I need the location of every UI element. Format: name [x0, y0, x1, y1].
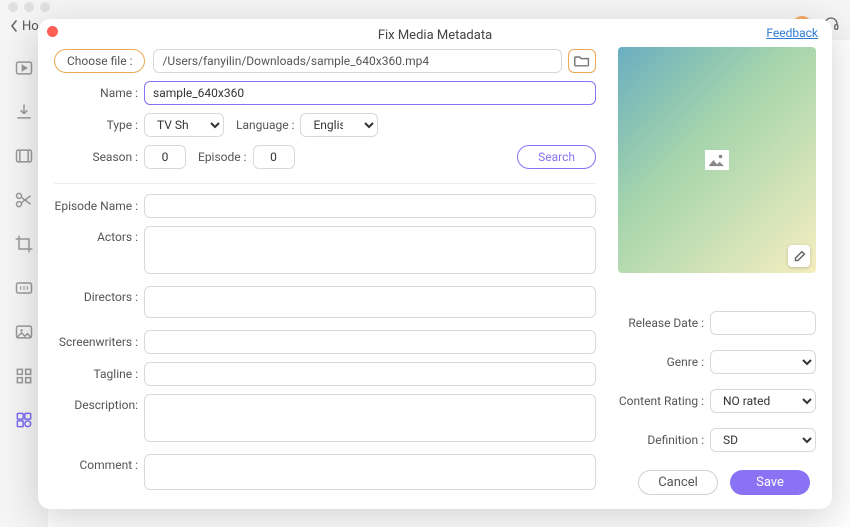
description-input[interactable] — [144, 394, 596, 442]
directors-label: Directors : — [54, 286, 138, 304]
rail-download-icon[interactable] — [14, 102, 34, 122]
season-label: Season : — [54, 150, 138, 164]
traffic-dot — [40, 2, 50, 12]
choose-file-button[interactable]: Choose file : — [54, 49, 145, 73]
rail-media-icon[interactable] — [14, 58, 34, 78]
traffic-dot — [8, 2, 18, 12]
release-date-input[interactable] — [710, 311, 816, 335]
screenwriters-label: Screenwriters : — [54, 335, 138, 349]
metadata-modal: Fix Media Metadata Feedback Choose file … — [38, 19, 832, 509]
language-select[interactable]: English — [300, 113, 378, 137]
directors-input[interactable] — [144, 286, 596, 318]
file-path-input[interactable] — [153, 49, 562, 73]
thumbnail-preview — [618, 47, 816, 273]
description-label: Description: — [54, 394, 138, 412]
image-placeholder-icon — [705, 150, 729, 170]
rail-grid-icon[interactable] — [14, 366, 34, 386]
type-select[interactable]: TV Shows — [144, 113, 224, 137]
actors-input[interactable] — [144, 226, 596, 274]
edit-thumbnail-button[interactable] — [788, 245, 810, 267]
rail-cut-icon[interactable] — [14, 190, 34, 210]
feedback-link[interactable]: Feedback — [766, 26, 818, 40]
episode-input[interactable] — [253, 145, 295, 169]
genre-label: Genre : — [618, 355, 704, 369]
screenwriters-input[interactable] — [144, 330, 596, 354]
rail-image-icon[interactable] — [14, 322, 34, 342]
back-label: Ho — [22, 19, 39, 34]
browse-folder-button[interactable] — [568, 49, 596, 73]
rail-film-icon[interactable] — [14, 146, 34, 166]
save-button[interactable]: Save — [730, 470, 810, 495]
name-label: Name : — [54, 86, 138, 100]
modal-title: Fix Media Metadata — [378, 28, 492, 43]
episode-name-label: Episode Name : — [54, 199, 138, 213]
content-rating-label: Content Rating : — [618, 394, 704, 408]
search-button[interactable]: Search — [517, 145, 596, 169]
actors-label: Actors : — [54, 226, 138, 244]
chevron-left-icon — [10, 20, 18, 32]
language-label: Language : — [236, 118, 294, 132]
close-button[interactable] — [47, 26, 58, 37]
content-rating-select[interactable]: NO rated — [710, 389, 816, 413]
tagline-label: Tagline : — [54, 367, 138, 381]
release-date-label: Release Date : — [618, 316, 704, 330]
genre-select[interactable] — [710, 350, 816, 374]
episode-name-input[interactable] — [144, 194, 596, 218]
name-input[interactable] — [144, 81, 596, 105]
definition-select[interactable]: SD — [710, 428, 816, 452]
back-button[interactable]: Ho — [10, 19, 39, 34]
rail-apps-icon[interactable] — [14, 410, 34, 430]
window-traffic-lights — [0, 0, 850, 14]
rail-crop-icon[interactable] — [14, 234, 34, 254]
cancel-button[interactable]: Cancel — [638, 470, 718, 495]
definition-label: Definition : — [618, 433, 704, 447]
tagline-input[interactable] — [144, 362, 596, 386]
season-input[interactable] — [144, 145, 186, 169]
rail-gif-icon[interactable] — [14, 278, 34, 298]
type-label: Type : — [54, 118, 138, 132]
episode-label: Episode : — [198, 150, 247, 164]
traffic-dot — [24, 2, 34, 12]
